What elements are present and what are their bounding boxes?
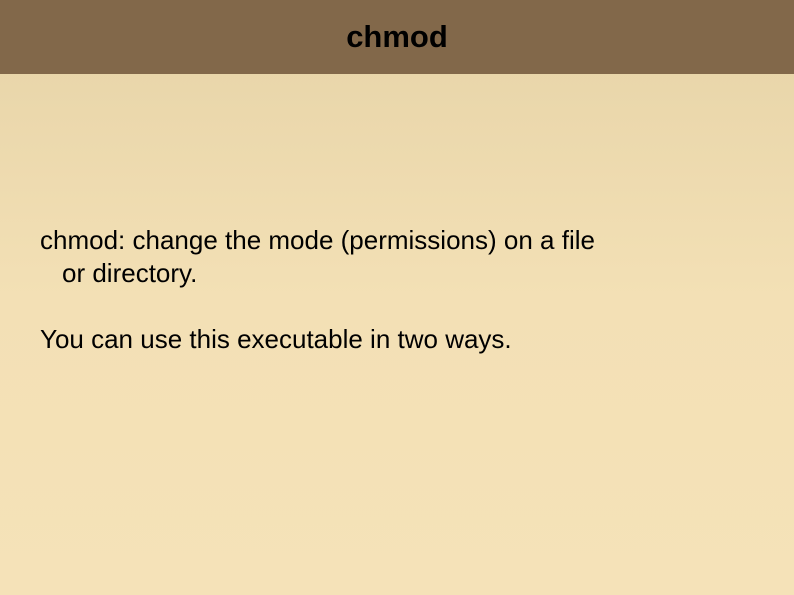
slide-title: chmod bbox=[346, 19, 448, 55]
paragraph-2: You can use this executable in two ways. bbox=[40, 323, 754, 356]
paragraph-1-line-1: chmod: change the mode (permissions) on … bbox=[40, 225, 595, 255]
slide-body: chmod: change the mode (permissions) on … bbox=[0, 74, 794, 356]
slide-header: chmod bbox=[0, 0, 794, 74]
paragraph-1: chmod: change the mode (permissions) on … bbox=[40, 224, 754, 289]
paragraph-1-line-2: or directory. bbox=[40, 257, 754, 290]
